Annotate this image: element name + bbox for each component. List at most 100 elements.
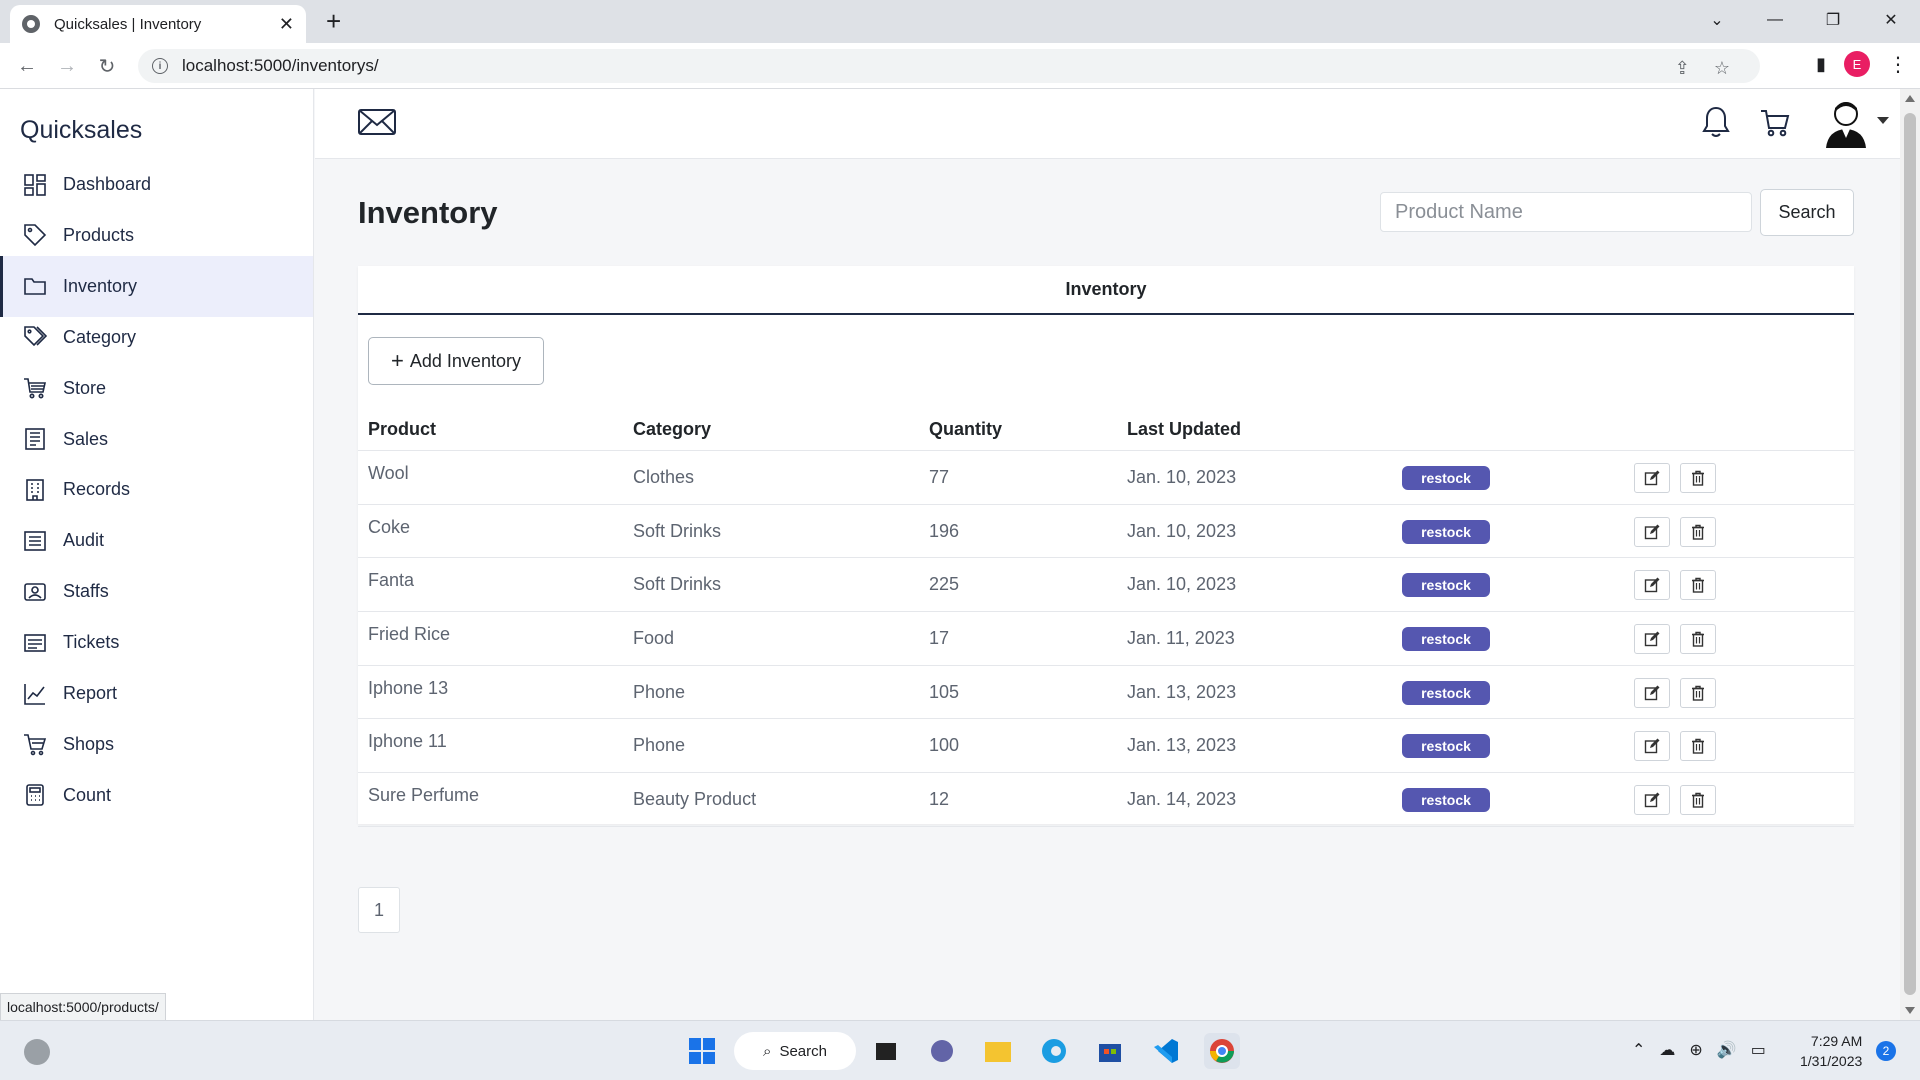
bell-icon[interactable]: [1701, 105, 1731, 139]
tab-search-icon[interactable]: ⌄: [1688, 0, 1746, 40]
close-window-icon[interactable]: ✕: [1862, 0, 1920, 40]
battery-icon[interactable]: ▭: [1751, 1040, 1766, 1060]
scroll-down-icon[interactable]: [1905, 1007, 1915, 1014]
sidebar-item-label: Tickets: [63, 632, 120, 653]
delete-button[interactable]: [1680, 785, 1716, 816]
product-search-input[interactable]: [1380, 192, 1752, 232]
product-cell: Iphone 13: [368, 677, 449, 698]
browser-toolbar: ← → ↻ i localhost:5000/inventorys/ ⇪ ☆ ▮…: [0, 43, 1920, 89]
sidebar-item-label: Audit: [63, 530, 105, 551]
sidebar-item-label: Records: [63, 479, 131, 500]
last-updated-cell: Jan. 13, 2023: [1127, 735, 1237, 756]
delete-button[interactable]: [1680, 624, 1716, 655]
sidebar-item-count[interactable]: Count: [0, 765, 313, 826]
restock-badge[interactable]: restock: [1402, 627, 1490, 652]
chevron-up-icon[interactable]: ⌃: [1632, 1040, 1645, 1060]
window-controls: ⌄ — ❐ ✕: [1688, 0, 1920, 40]
receipt-icon: [22, 426, 48, 452]
restock-badge[interactable]: restock: [1402, 734, 1490, 759]
inventory-card: Inventory + Add Inventory Product Catego…: [358, 266, 1854, 827]
edit-button[interactable]: [1634, 463, 1670, 493]
info-icon[interactable]: i: [152, 58, 168, 74]
menu-dots-icon[interactable]: ⋮: [1888, 52, 1908, 77]
delete-button[interactable]: [1680, 731, 1716, 762]
taskbar: ⌕ Search ⌃ ☁ ⊕ 🔊 ▭ 7:29 AM 1/31/2023 2: [0, 1020, 1920, 1080]
delete-button[interactable]: [1680, 516, 1716, 547]
file-explorer-icon[interactable]: [980, 1033, 1016, 1069]
url-text[interactable]: localhost:5000/inventorys/: [182, 56, 379, 76]
tab-close-icon[interactable]: ✕: [279, 14, 294, 35]
restock-badge[interactable]: restock: [1402, 466, 1490, 490]
scroll-up-icon[interactable]: [1905, 95, 1915, 102]
address-bar[interactable]: i localhost:5000/inventorys/ ⇪ ☆: [138, 49, 1760, 83]
add-inventory-label: Add Inventory: [409, 350, 521, 371]
weather-icon[interactable]: [24, 1039, 50, 1065]
task-view-icon[interactable]: [868, 1033, 904, 1069]
delete-button[interactable]: [1680, 677, 1716, 708]
restock-badge[interactable]: restock: [1402, 680, 1490, 705]
clock-date: 1/31/2023: [1800, 1053, 1863, 1069]
edit-button[interactable]: [1634, 677, 1670, 708]
page-button[interactable]: 1: [358, 887, 400, 933]
vscode-icon[interactable]: [1148, 1033, 1184, 1069]
windows-start-icon[interactable]: [684, 1033, 720, 1069]
edit-button[interactable]: [1634, 570, 1670, 601]
restock-badge[interactable]: restock: [1402, 573, 1490, 598]
edit-button[interactable]: [1634, 731, 1670, 762]
delete-button[interactable]: [1680, 570, 1716, 601]
cart-icon: [22, 375, 48, 401]
quantity-cell: 77: [929, 467, 950, 487]
profile-avatar[interactable]: E: [1844, 51, 1870, 77]
mail-icon[interactable]: [357, 104, 397, 140]
back-icon[interactable]: ←: [12, 51, 42, 81]
column-header-quantity: Quantity: [929, 419, 1003, 439]
chevron-down-icon[interactable]: [1877, 117, 1889, 124]
taskbar-search[interactable]: ⌕ Search: [734, 1032, 856, 1070]
bookmark-star-icon[interactable]: ☆: [1714, 58, 1730, 79]
search-button[interactable]: Search: [1760, 189, 1854, 236]
minimize-icon[interactable]: —: [1746, 0, 1804, 40]
restock-badge[interactable]: restock: [1402, 788, 1490, 813]
maximize-icon[interactable]: ❐: [1804, 0, 1862, 40]
volume-icon[interactable]: 🔊: [1717, 1040, 1737, 1060]
tags-icon: [22, 324, 48, 350]
language-icon[interactable]: ⊕: [1689, 1040, 1702, 1060]
brand-name: Quicksales: [20, 116, 143, 144]
chart-icon: [22, 681, 48, 707]
clock[interactable]: 7:29 AM 1/31/2023: [1800, 1031, 1862, 1071]
table-header: Product Category Quantity Last Updated: [358, 408, 1854, 451]
delete-button[interactable]: [1680, 463, 1716, 493]
chrome-icon[interactable]: [1204, 1033, 1240, 1069]
page-scrollbar[interactable]: [1900, 89, 1920, 1020]
edit-button[interactable]: [1634, 624, 1670, 655]
store-icon[interactable]: [1092, 1033, 1128, 1069]
reload-icon[interactable]: ↻: [92, 51, 122, 81]
notification-badge[interactable]: 2: [1876, 1041, 1896, 1061]
table-row: Iphone 11 Phone 100 Jan. 13, 2023 restock: [358, 719, 1854, 774]
cart-icon[interactable]: [1759, 107, 1791, 139]
new-tab-button[interactable]: +: [326, 6, 341, 37]
edit-icon: [1644, 792, 1660, 808]
side-panel-icon[interactable]: ▮: [1816, 54, 1826, 75]
browser-tab[interactable]: Quicksales | Inventory ✕: [10, 5, 306, 43]
edge-icon[interactable]: [1036, 1033, 1072, 1069]
share-icon[interactable]: ⇪: [1675, 58, 1690, 79]
edit-button[interactable]: [1634, 785, 1670, 816]
table-row: Wool Clothes 77 Jan. 10, 2023 restock: [358, 451, 1854, 505]
sidebar-item-label: Category: [63, 326, 137, 347]
add-inventory-button[interactable]: + Add Inventory: [368, 337, 544, 385]
user-avatar-icon[interactable]: [1822, 98, 1870, 150]
last-updated-cell: Jan. 10, 2023: [1127, 520, 1237, 541]
edit-button[interactable]: [1634, 516, 1670, 547]
edit-icon: [1644, 470, 1660, 486]
onedrive-icon[interactable]: ☁: [1659, 1040, 1675, 1060]
restock-badge[interactable]: restock: [1402, 519, 1490, 544]
edit-icon: [1644, 631, 1660, 647]
scroll-thumb[interactable]: [1904, 113, 1916, 995]
category-cell: Beauty Product: [633, 789, 757, 810]
chat-icon[interactable]: [924, 1033, 960, 1069]
category-cell: Soft Drinks: [633, 574, 722, 595]
last-updated-cell: Jan. 11, 2023: [1127, 628, 1235, 649]
shop-cart-icon: [22, 731, 48, 757]
forward-icon[interactable]: →: [52, 51, 82, 81]
